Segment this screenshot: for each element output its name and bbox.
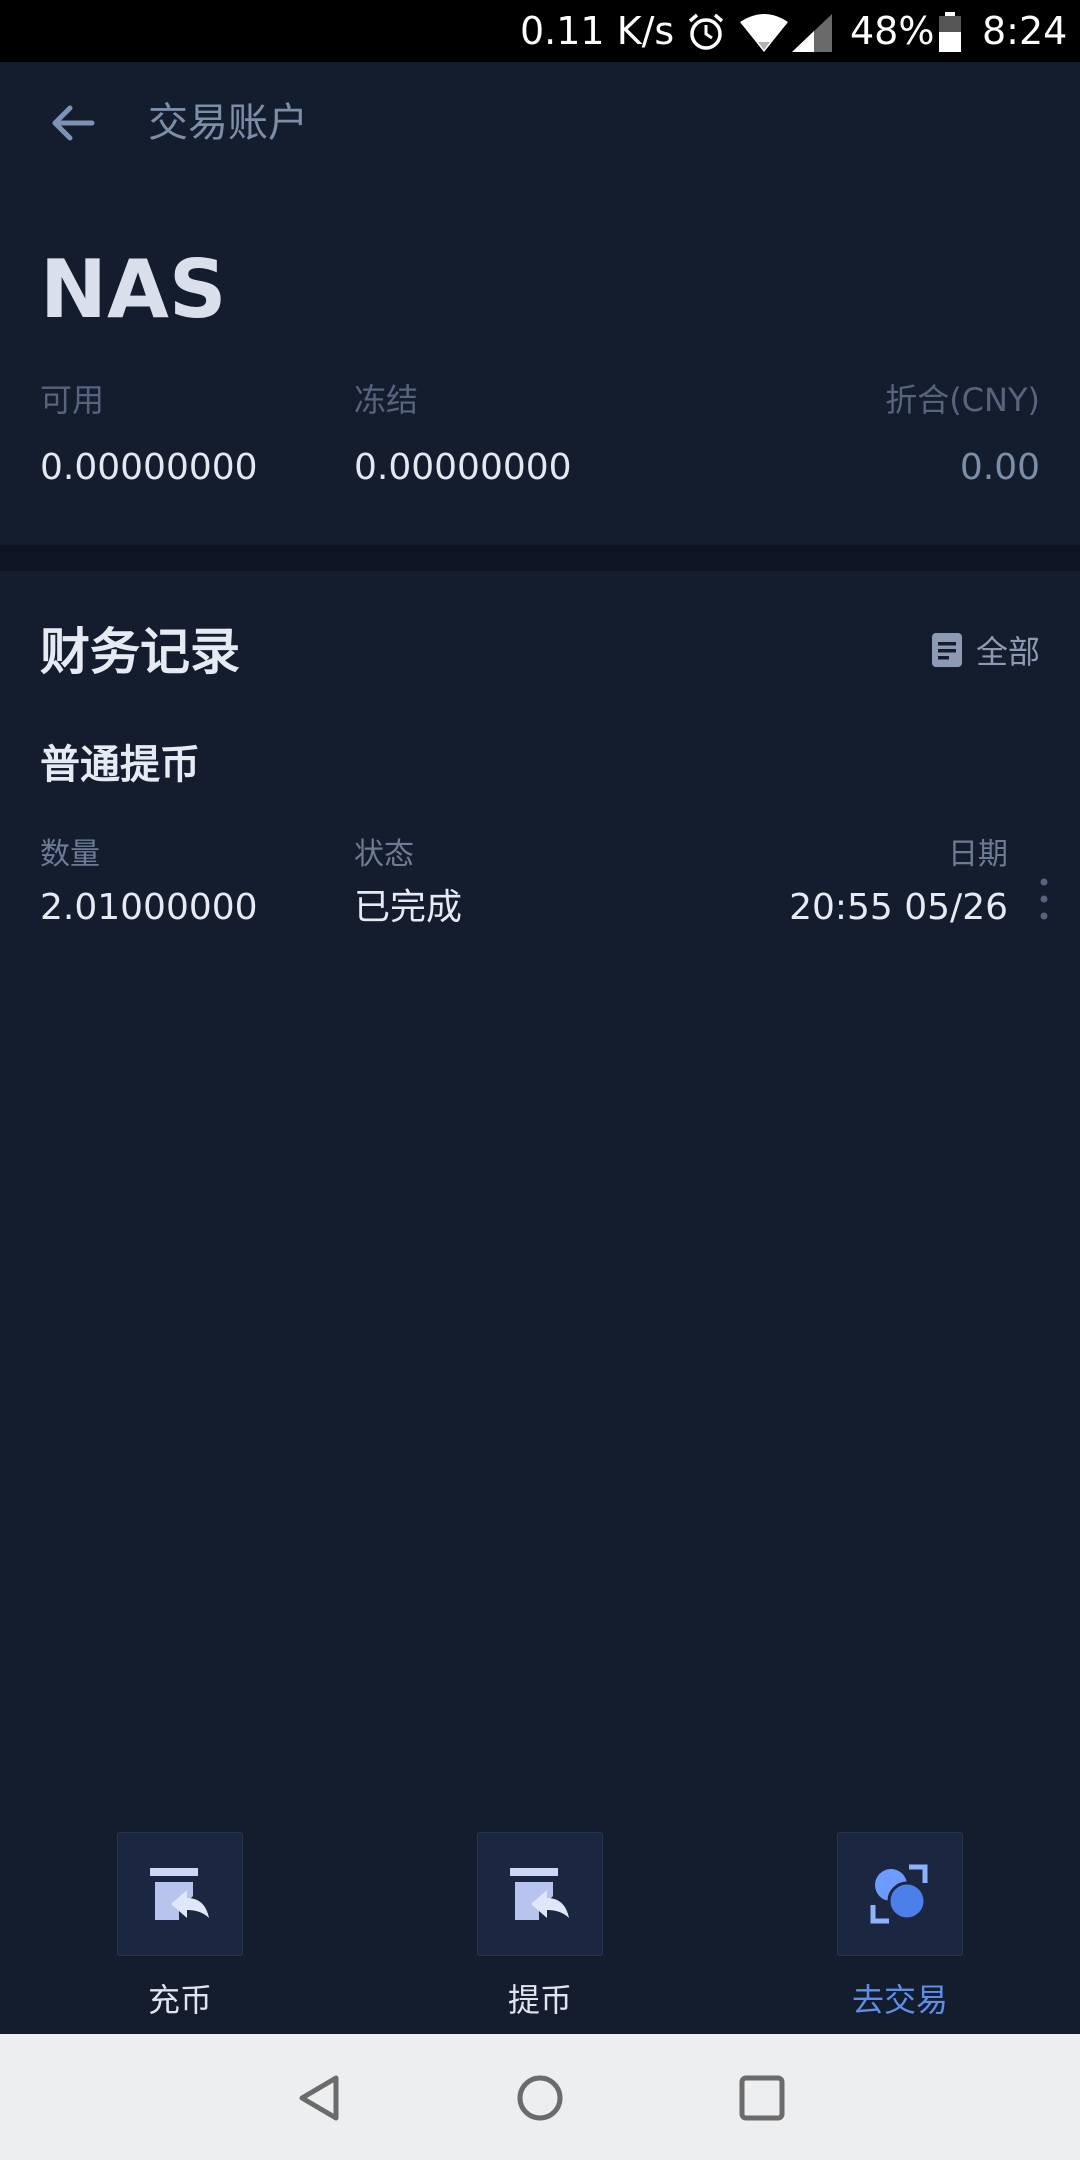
trade-button[interactable]: 去交易: [837, 1832, 963, 2022]
available-value: 0.00000000: [40, 447, 258, 488]
more-vertical-icon[interactable]: [1034, 876, 1054, 922]
net-speed: 0.11 K/s: [520, 9, 675, 53]
system-nav-bar: [0, 2034, 1080, 2160]
frozen-label: 冻结: [354, 381, 419, 419]
amount-value: 2.01000000: [40, 887, 258, 928]
record-type: 普通提币: [40, 742, 200, 788]
cny-label: 折合(CNY): [885, 381, 1040, 419]
available-label: 可用: [40, 381, 105, 419]
withdraw-label: 提币: [507, 1981, 572, 2019]
withdraw-button[interactable]: 提币: [477, 1832, 603, 2022]
date-label: 日期: [948, 837, 1008, 872]
signal-icon: [792, 14, 832, 60]
clock-time: 8:24: [982, 9, 1068, 53]
deposit-icon: [117, 1832, 243, 1956]
all-records-label: 全部: [975, 633, 1040, 671]
alarm-icon: [686, 12, 726, 60]
home-circle-icon[interactable]: [514, 2072, 566, 2124]
battery-percent: 48%: [850, 9, 935, 53]
status-label: 状态: [354, 837, 414, 872]
status-value: 已完成: [354, 887, 463, 928]
document-icon: [931, 633, 962, 667]
page-title: 交易账户: [148, 100, 308, 146]
wifi-icon: [740, 14, 788, 60]
trade-label: 去交易: [851, 1981, 948, 2019]
cny-value: 0.00: [959, 447, 1040, 488]
trade-icon: [837, 1832, 963, 1956]
all-records-button[interactable]: 全部: [931, 628, 1040, 672]
section-divider: [0, 545, 1080, 571]
records-title: 财务记录: [40, 623, 240, 681]
status-bar: 0.11 K/s 48% 8:24: [0, 0, 1080, 62]
date-value: 20:55 05/26: [789, 887, 1008, 928]
app-header: 交易账户: [0, 62, 1080, 180]
arrow-left-icon[interactable]: [48, 98, 98, 148]
back-triangle-icon[interactable]: [294, 2072, 346, 2124]
amount-label: 数量: [40, 837, 100, 872]
withdraw-icon: [477, 1832, 603, 1956]
coin-name: NAS: [40, 243, 227, 336]
battery-icon: [938, 12, 962, 60]
frozen-value: 0.00000000: [354, 447, 572, 488]
deposit-button[interactable]: 充币: [117, 1832, 243, 2022]
recents-square-icon[interactable]: [736, 2072, 788, 2124]
deposit-label: 充币: [147, 1981, 212, 2019]
